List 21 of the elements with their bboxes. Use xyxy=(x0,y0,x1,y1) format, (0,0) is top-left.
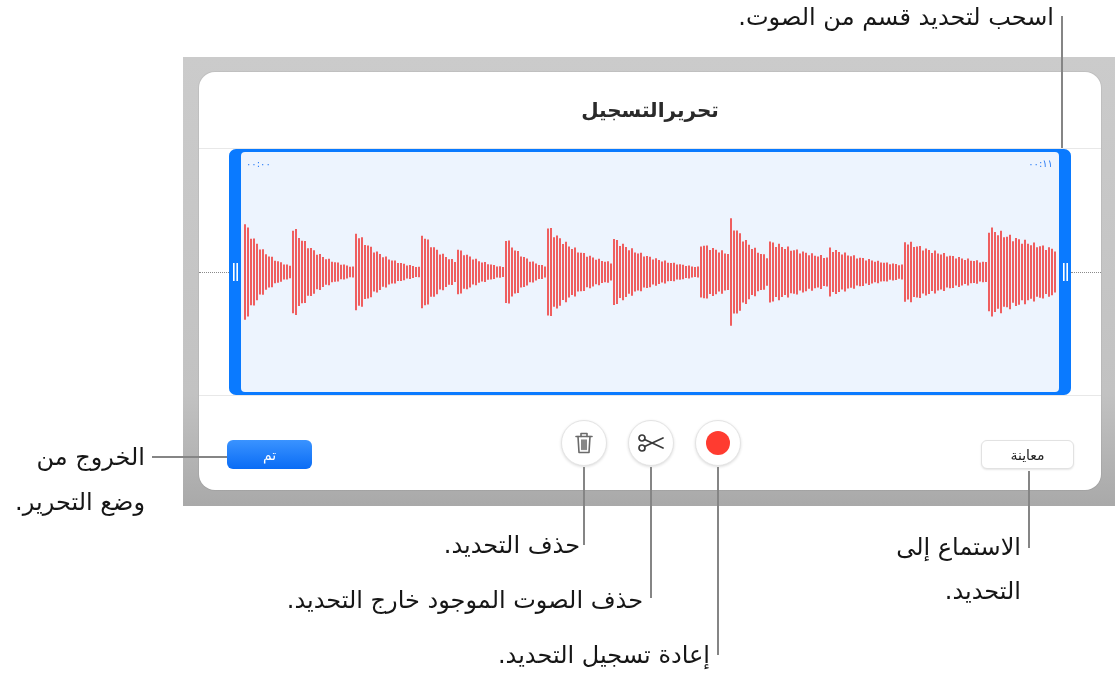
dialog-title: تحريرالتسجيل xyxy=(581,98,719,122)
callout-text: إعادة تسجيل التحديد. xyxy=(497,640,710,671)
done-button[interactable]: تم xyxy=(227,440,312,469)
trash-icon xyxy=(574,432,593,454)
grip-icon xyxy=(232,263,238,281)
callout-text: حذف التحديد. xyxy=(443,530,580,561)
callout-text: الاستماع إلى التحديد. xyxy=(896,532,1021,607)
preview-button[interactable]: معاينة xyxy=(981,440,1074,469)
grip-icon xyxy=(1062,263,1068,281)
callout-text: حذف الصوت الموجود خارج التحديد. xyxy=(286,585,643,616)
start-time: ٠٠:٠٠ xyxy=(246,158,271,170)
trim-button[interactable] xyxy=(627,420,674,466)
selection-handle[interactable] xyxy=(229,152,241,392)
callout-text: اسحب لتحديد قسم من الصوت. xyxy=(738,2,1054,33)
record-icon xyxy=(705,431,730,455)
callout-text: الخروج من وضع التحرير. xyxy=(15,441,145,518)
record-button[interactable] xyxy=(694,420,741,466)
center-line xyxy=(1071,271,1101,273)
end-time: ٠٠:١١ xyxy=(1028,158,1053,170)
scissors-icon xyxy=(637,434,664,452)
delete-button[interactable] xyxy=(560,420,607,466)
